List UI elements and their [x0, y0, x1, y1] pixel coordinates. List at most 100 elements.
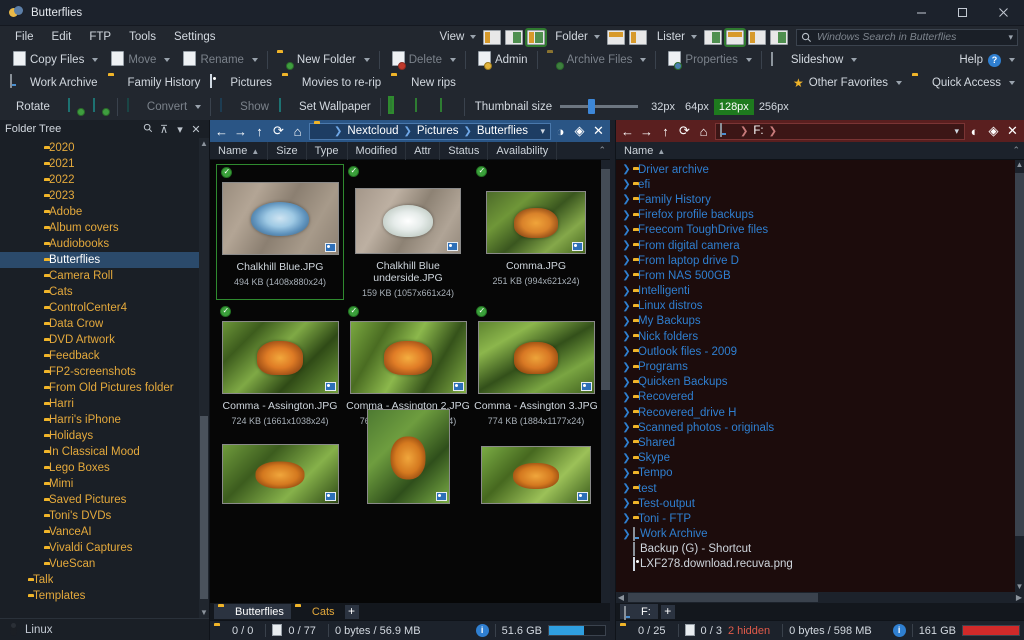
column-name[interactable]: Name▲	[616, 142, 1012, 160]
convert-button[interactable]: Convert	[122, 96, 192, 118]
expand-chevron-icon[interactable]: ❯	[620, 194, 633, 205]
table-row[interactable]: LXF278.download.recuva.png	[616, 557, 1024, 572]
folder-mode-b-icon[interactable]	[629, 30, 647, 45]
tree-item[interactable]: In Classical Mood	[0, 444, 209, 460]
hscroll-right-icon[interactable]: ▶	[1014, 593, 1024, 602]
info-icon[interactable]: i	[893, 624, 906, 637]
expand-chevron-icon[interactable]: ❯	[620, 392, 633, 403]
breadcrumb-nextcloud[interactable]: Nextcloud	[344, 125, 401, 137]
info-icon[interactable]: i	[476, 624, 489, 637]
table-row[interactable]: ❯Family History	[616, 192, 1024, 207]
table-row[interactable]: ❯Linux distros	[616, 299, 1024, 314]
slider-handle[interactable]	[588, 99, 595, 114]
view-mode-thumbnails-icon[interactable]	[527, 30, 545, 45]
expand-chevron-icon[interactable]: ❯	[620, 164, 633, 175]
table-row[interactable]: ❯Work Archive	[616, 527, 1024, 542]
table-row[interactable]: ❯test	[616, 481, 1024, 496]
tree-item[interactable]: Album covers	[0, 220, 209, 236]
copy-files-caret-icon[interactable]	[92, 58, 98, 62]
tree-item[interactable]: FP2-screenshots	[0, 364, 209, 380]
expand-chevron-icon[interactable]: ❯	[620, 179, 633, 190]
quick-access-button[interactable]: Quick Access	[907, 72, 1006, 94]
menu-file[interactable]: File	[6, 26, 43, 48]
tree-collapse-icon[interactable]: ⊼	[156, 123, 172, 136]
tree-item[interactable]: Audiobooks	[0, 236, 209, 252]
tree-item[interactable]: Toni's DVDs	[0, 508, 209, 524]
hscroll-thumb[interactable]	[628, 593, 818, 602]
lister-dual-horizontal-icon[interactable]	[748, 30, 766, 45]
column-status[interactable]: Status	[440, 142, 488, 160]
tree-item[interactable]: Harri's iPhone	[0, 412, 209, 428]
new-folder-caret-icon[interactable]	[364, 58, 370, 62]
size-64px[interactable]: 64px	[680, 99, 714, 115]
tree-item[interactable]: Harri	[0, 396, 209, 412]
center-breadcrumb[interactable]: ❯ Nextcloud ❯ Pictures ❯ Butterflies ▾	[309, 123, 551, 140]
thumbnail-grid-area[interactable]: Chalkhill Blue.JPG494 KB (1408x880x24)Ch…	[210, 160, 610, 603]
tree-item[interactable]: Holidays	[0, 428, 209, 444]
expand-chevron-icon[interactable]: ❯	[620, 437, 633, 448]
folder-tree-list[interactable]: 2020202120222023AdobeAlbum coversAudiobo…	[0, 138, 209, 618]
new-folder-button[interactable]: New Folder	[272, 49, 361, 71]
tree-menu-caret-icon[interactable]: ▾	[172, 123, 188, 136]
expand-chevron-icon[interactable]: ❯	[620, 377, 633, 388]
forward-icon[interactable]: →	[231, 121, 250, 141]
convert-caret-icon[interactable]	[195, 105, 201, 109]
table-row[interactable]: ❯From digital camera	[616, 238, 1024, 253]
tree-item[interactable]: Lego Boxes	[0, 460, 209, 476]
center-scrollbar[interactable]	[601, 160, 610, 603]
expand-chevron-icon[interactable]: ❯	[620, 468, 633, 479]
pane-split-left-icon[interactable]: ◐	[965, 121, 984, 141]
tree-item[interactable]: 2022	[0, 172, 209, 188]
menu-settings[interactable]: Settings	[165, 26, 225, 48]
tree-item[interactable]: Talk	[0, 572, 209, 588]
folder-mode-a-icon[interactable]	[607, 30, 625, 45]
lister-single-icon[interactable]	[704, 30, 722, 45]
thumbnail-item[interactable]: Comma - Assington 3.JPG774 KB (1884x1177…	[472, 304, 600, 428]
breadcrumb-butterflies[interactable]: Butterflies	[474, 125, 531, 137]
rotate-right-button[interactable]	[88, 96, 113, 118]
tree-item[interactable]: Vivaldi Captures	[0, 540, 209, 556]
table-row[interactable]: ❯Quicken Backups	[616, 375, 1024, 390]
table-row[interactable]: ❯Tempo	[616, 466, 1024, 481]
up-icon[interactable]: ↑	[656, 121, 675, 141]
hscroll-left-icon[interactable]: ◀	[616, 593, 626, 602]
archive-files-button[interactable]: Archive Files	[542, 49, 638, 71]
rotate-left-button[interactable]	[63, 96, 88, 118]
table-row[interactable]: ❯efi	[616, 177, 1024, 192]
breadcrumb-drive-f[interactable]: F:	[750, 125, 766, 137]
column-options-icon[interactable]: ⌃	[1012, 145, 1024, 156]
favorite-family-history[interactable]: Family History	[103, 72, 206, 94]
properties-caret-icon[interactable]	[746, 58, 752, 62]
expand-chevron-icon[interactable]: ❯	[620, 453, 633, 464]
tree-scroll-thumb[interactable]	[200, 416, 208, 598]
table-row[interactable]: ❯Recovered	[616, 390, 1024, 405]
tree-item[interactable]: DVD Artwork	[0, 332, 209, 348]
tree-item[interactable]: Feedback	[0, 348, 209, 364]
tree-item[interactable]: VueScan	[0, 556, 209, 572]
size-32px[interactable]: 32px	[646, 99, 680, 115]
view-mode-list-icon[interactable]	[505, 30, 523, 45]
pane-swap-icon[interactable]: ◈	[570, 121, 589, 141]
thumbnail-size-slider[interactable]	[560, 105, 638, 108]
table-row[interactable]: ❯Firefox profile backups	[616, 208, 1024, 223]
quick-access-caret-icon[interactable]	[1009, 81, 1015, 85]
expand-chevron-icon[interactable]: ❯	[620, 255, 633, 266]
other-favorites-caret-icon[interactable]	[896, 81, 902, 85]
column-attr[interactable]: Attr	[406, 142, 440, 160]
table-row[interactable]: ❯From laptop drive D	[616, 253, 1024, 268]
other-favorites-button[interactable]: ★ Other Favorites	[788, 72, 893, 94]
tree-item[interactable]: 2020	[0, 140, 209, 156]
menu-ftp[interactable]: FTP	[80, 26, 120, 48]
search-chevron-down-icon[interactable]: ▾	[1008, 32, 1013, 43]
column-options-icon[interactable]: ⌃	[598, 145, 610, 156]
thumbnail-item[interactable]	[472, 432, 600, 504]
thumbnail-item[interactable]	[344, 432, 472, 504]
help-button[interactable]: Help ?	[954, 49, 1006, 71]
right-horizontal-scrollbar[interactable]: ◀ ▶	[616, 592, 1024, 603]
thumbnail-item[interactable]	[216, 432, 344, 504]
table-row[interactable]: ❯From NAS 500GB	[616, 268, 1024, 283]
expand-chevron-icon[interactable]: ❯	[620, 301, 633, 312]
table-row[interactable]: Backup (G) - Shortcut	[616, 542, 1024, 557]
search-box[interactable]: Windows Search in Butterflies ▾	[796, 29, 1018, 46]
refresh-icon[interactable]: ⟳	[269, 121, 288, 141]
